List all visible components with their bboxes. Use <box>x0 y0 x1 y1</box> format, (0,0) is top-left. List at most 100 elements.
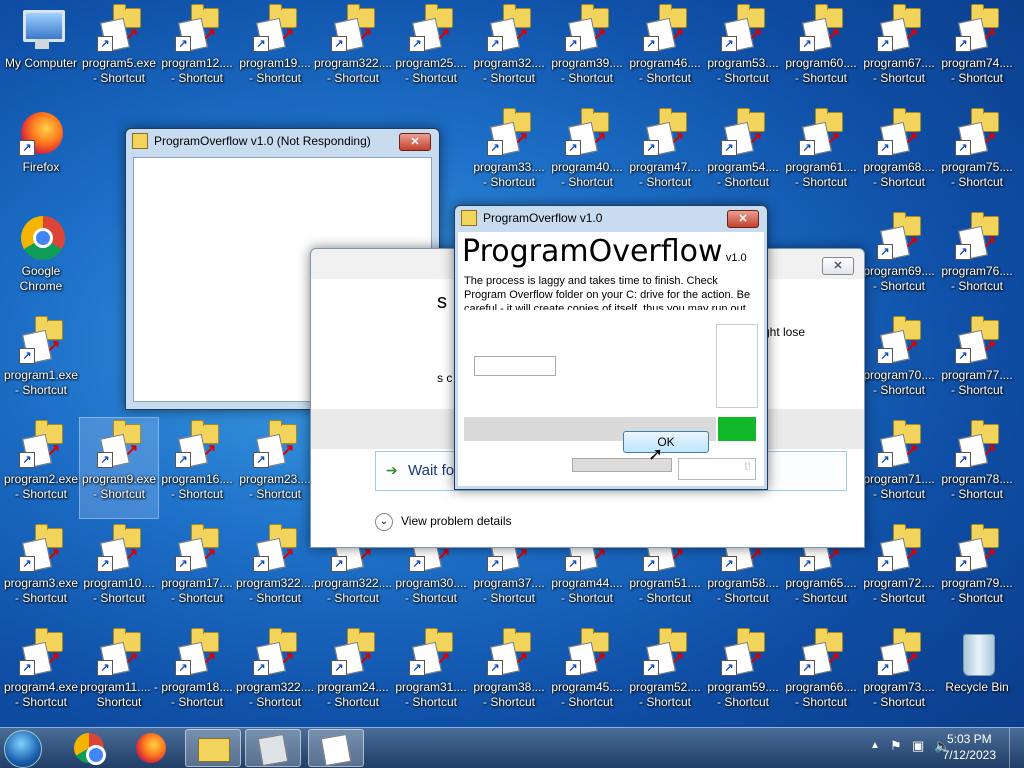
program-shortcut-icon: ↗ ↗ <box>173 524 221 574</box>
window-titlebar[interactable]: ProgramOverflow v1.0 (Not Responding) <box>126 129 439 153</box>
programoverflow-dialog[interactable]: ProgramOverflow v1.0 ✕ ProgramOverflow v… <box>454 205 768 490</box>
desktop-icon[interactable]: ↗ ↗ program38.... - Shortcut <box>470 626 548 726</box>
desktop-icon-label: program68.... - Shortcut <box>863 160 935 189</box>
firefox-icon <box>136 733 166 763</box>
desktop-icon[interactable]: ↗ ↗ program54.... - Shortcut <box>704 106 782 206</box>
problem-dialog-close-button[interactable]: ✕ <box>822 257 854 275</box>
desktop-icon[interactable]: ↗ ↗ program18.... - Shortcut <box>158 626 236 726</box>
close-button[interactable]: ✕ <box>399 133 431 151</box>
taskbar-chrome-button[interactable] <box>62 729 118 767</box>
desktop-icon[interactable]: ↗ ↗ program10.... - Shortcut <box>80 522 158 622</box>
taskbar-explorer-button[interactable] <box>185 729 241 767</box>
program-shortcut-icon: ↗ ↗ <box>95 524 143 574</box>
desktop-icon[interactable]: Recycle Bin <box>938 626 1016 726</box>
desktop-icon[interactable]: ↗ ↗ program322.... - Shortcut <box>236 522 314 622</box>
program-shortcut-icon: ↗ ↗ <box>251 420 299 470</box>
desktop-icon[interactable]: ↗ ↗ program68.... - Shortcut <box>860 106 938 206</box>
taskbar-firefox-button[interactable] <box>124 729 180 767</box>
desktop-icon[interactable]: ↗ ↗ program71.... - Shortcut <box>860 418 938 518</box>
desktop-icon[interactable]: ↗ ↗ program72.... - Shortcut <box>860 522 938 622</box>
desktop-icon[interactable]: ↗ ↗ program70.... - Shortcut <box>860 314 938 414</box>
desktop-icon[interactable]: ↗ ↗ program52.... - Shortcut <box>626 626 704 726</box>
desktop-icon[interactable]: ↗ ↗ program17.... - Shortcut <box>158 522 236 622</box>
side-panel <box>716 324 758 408</box>
program-shortcut-icon: ↗ ↗ <box>875 628 923 678</box>
desktop-icon-label: program30.... - Shortcut <box>395 576 467 605</box>
desktop-icon[interactable]: ↗ ↗ program75.... - Shortcut <box>938 106 1016 206</box>
desktop-icon-label: program322.... - Shortcut <box>236 680 314 709</box>
desktop-icon[interactable]: ↗ ↗ program67.... - Shortcut <box>860 2 938 102</box>
program-shortcut-icon: ↗ ↗ <box>329 4 377 54</box>
desktop-icon-label: program37.... - Shortcut <box>473 576 545 605</box>
desktop-icon[interactable]: ↗ ↗ program73.... - Shortcut <box>860 626 938 726</box>
desktop-icon[interactable]: ↗ ↗ program16.... - Shortcut <box>158 418 236 518</box>
desktop-icon[interactable]: ↗ Firefox <box>2 106 80 206</box>
desktop-icon-label: program31.... - Shortcut <box>395 680 467 709</box>
desktop-icon[interactable]: ↗ ↗ program4.exe - Shortcut <box>2 626 80 726</box>
desktop-icon[interactable]: ↗ ↗ program19.... - Shortcut <box>236 2 314 102</box>
desktop-icon[interactable]: ↗ ↗ program39.... - Shortcut <box>548 2 626 102</box>
desktop-icon[interactable]: ↗ ↗ program61.... - Shortcut <box>782 106 860 206</box>
desktop-icon[interactable]: ↗ ↗ program33.... - Shortcut <box>470 106 548 206</box>
program-shortcut-icon: ↗ ↗ <box>173 420 221 470</box>
desktop-icon[interactable]: ↗ ↗ program46.... - Shortcut <box>626 2 704 102</box>
desktop-icon[interactable]: ↗ ↗ program12.... - Shortcut <box>158 2 236 102</box>
window-title: ProgramOverflow v1.0 (Not Responding) <box>154 134 371 148</box>
desktop-icon[interactable]: ↗ ↗ program47.... - Shortcut <box>626 106 704 206</box>
desktop-icon-label: program54.... - Shortcut <box>707 160 779 189</box>
program-icon <box>320 733 352 767</box>
recycle-bin-icon <box>953 630 1001 678</box>
desktop-icon[interactable]: ↗ ↗ program322.... - Shortcut <box>314 2 392 102</box>
desktop-icon[interactable]: ↗ ↗ program2.exe - Shortcut <box>2 418 80 518</box>
ok-button[interactable]: OK <box>623 431 709 453</box>
taskbar: ▲ ⚑ ▣ 🔈 5:03 PM 7/12/2023 <box>0 727 1024 768</box>
chevron-down-icon[interactable]: ⌄ <box>375 513 393 531</box>
action-center-icon[interactable]: ⚑ <box>890 738 902 754</box>
program-shortcut-icon: ↗ ↗ <box>563 108 611 158</box>
show-desktop-button[interactable] <box>1009 728 1024 768</box>
desktop-icon[interactable]: ↗ ↗ program40.... - Shortcut <box>548 106 626 206</box>
show-hidden-icons-icon[interactable]: ▲ <box>870 740 880 751</box>
view-details-label[interactable]: View problem details <box>401 514 512 528</box>
desktop-icon[interactable]: ↗ ↗ program66.... - Shortcut <box>782 626 860 726</box>
dialog-titlebar[interactable]: ProgramOverflow v1.0 <box>455 206 767 230</box>
desktop-icon[interactable]: ↗ ↗ program23.... - Shortcut <box>236 418 314 518</box>
clock[interactable]: 5:03 PM 7/12/2023 <box>943 731 996 763</box>
desktop-icon[interactable]: ↗ ↗ program31.... - Shortcut <box>392 626 470 726</box>
desktop-icon-label: program77.... - Shortcut <box>941 368 1013 397</box>
desktop-icon-label: program70.... - Shortcut <box>863 368 935 397</box>
desktop-icon[interactable]: ↗ ↗ program9.exe - Shortcut <box>79 417 159 519</box>
desktop-icon[interactable]: ↗ ↗ program74.... - Shortcut <box>938 2 1016 102</box>
desktop-icon[interactable]: ↗ ↗ program78.... - Shortcut <box>938 418 1016 518</box>
desktop-icon-label: program3.exe - Shortcut <box>3 576 79 605</box>
taskbar-programoverflow-button-1[interactable] <box>245 729 301 767</box>
network-icon[interactable]: ▣ <box>912 738 924 754</box>
dialog-input-field[interactable] <box>474 356 556 376</box>
desktop-icon[interactable]: ↗ ↗ program60.... - Shortcut <box>782 2 860 102</box>
desktop-icon[interactable]: ↗ ↗ program76.... - Shortcut <box>938 210 1016 310</box>
desktop-icon-label: program73.... - Shortcut <box>863 680 935 709</box>
desktop-icon[interactable]: ↗ ↗ program5.exe - Shortcut <box>80 2 158 102</box>
desktop-icon[interactable]: ↗ ↗ program69.... - Shortcut <box>860 210 938 310</box>
desktop-icon[interactable]: My Computer <box>2 2 80 102</box>
desktop-icon[interactable]: Google Chrome <box>2 210 80 310</box>
start-button[interactable] <box>4 730 42 768</box>
desktop-icon[interactable]: ↗ ↗ program59.... - Shortcut <box>704 626 782 726</box>
taskbar-programoverflow-button-2[interactable] <box>308 729 364 767</box>
program-shortcut-icon: ↗ ↗ <box>719 4 767 54</box>
dialog-close-button[interactable]: ✕ <box>727 210 759 228</box>
desktop-icon[interactable]: ↗ ↗ program11.... - Shortcut <box>80 626 158 726</box>
desktop-icon[interactable]: ↗ ↗ program3.exe - Shortcut <box>2 522 80 622</box>
desktop-icon[interactable]: ↗ ↗ program1.exe - Shortcut <box>2 314 80 414</box>
desktop-icon[interactable]: ↗ ↗ program45.... - Shortcut <box>548 626 626 726</box>
desktop-icon[interactable]: ↗ ↗ program322.... - Shortcut <box>236 626 314 726</box>
desktop-icon[interactable]: ↗ ↗ program25.... - Shortcut <box>392 2 470 102</box>
desktop-icon[interactable]: ↗ ↗ program77.... - Shortcut <box>938 314 1016 414</box>
desktop-icon-label: program60.... - Shortcut <box>785 56 857 85</box>
desktop-icon[interactable]: ↗ ↗ program53.... - Shortcut <box>704 2 782 102</box>
hidden-close-button[interactable]: t! <box>678 458 756 480</box>
desktop-icon[interactable]: ↗ ↗ program79.... - Shortcut <box>938 522 1016 622</box>
desktop-icon[interactable]: ↗ ↗ program24.... - Shortcut <box>314 626 392 726</box>
desktop-icon[interactable]: ↗ ↗ program32.... - Shortcut <box>470 2 548 102</box>
program-shortcut-icon: ↗ ↗ <box>17 420 65 470</box>
